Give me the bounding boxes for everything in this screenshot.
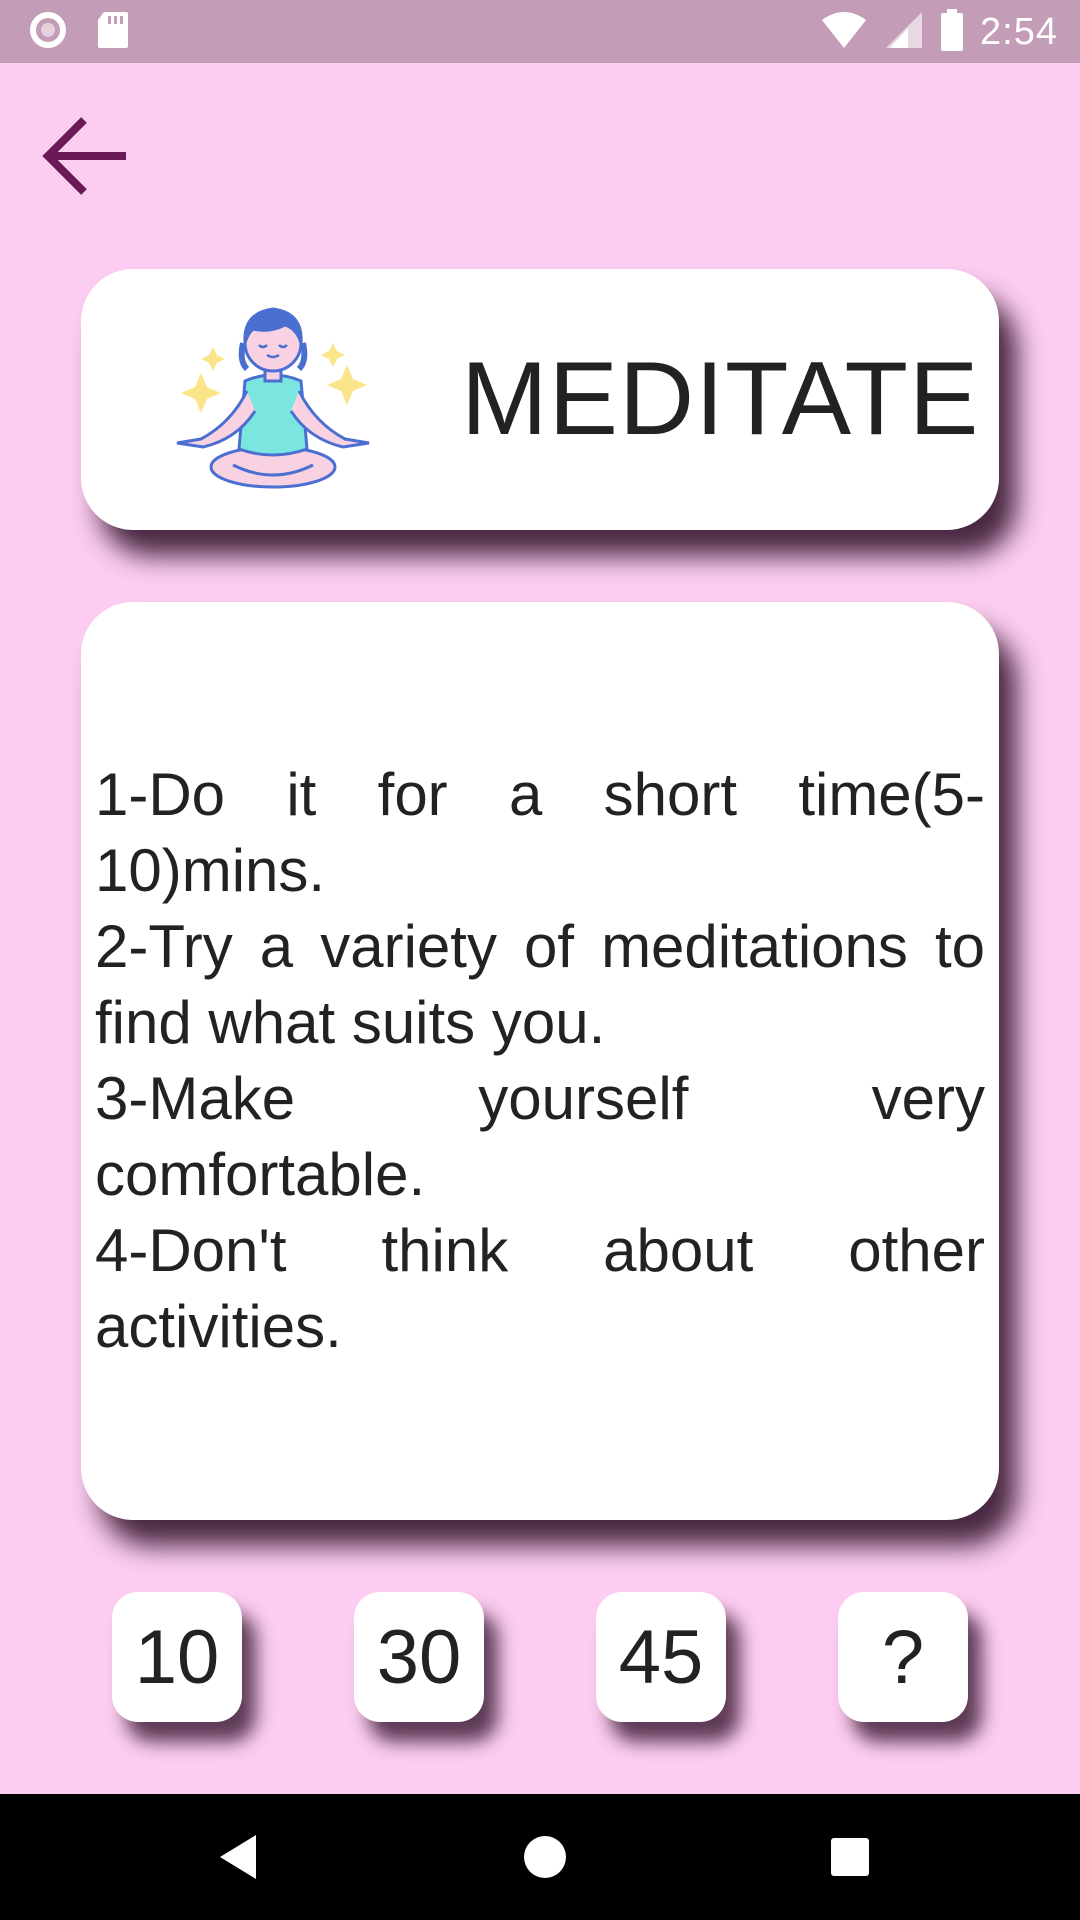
duration-custom-button[interactable]: ? (838, 1592, 968, 1722)
title-card: MEDITATE (81, 269, 999, 530)
duration-30-button[interactable]: 30 (354, 1592, 484, 1722)
back-button[interactable] (36, 108, 136, 208)
nav-recent-icon[interactable] (820, 1827, 880, 1887)
status-bar: 2:54 (0, 0, 1080, 63)
meditating-person-icon (173, 299, 373, 499)
tip-item: 4-Don't think about other activities. (95, 1217, 985, 1360)
duration-45-button[interactable]: 45 (596, 1592, 726, 1722)
status-right: 2:54 (820, 8, 1058, 56)
tips-card: 1-Do it for a short time(5-10)mins. 2-Tr… (81, 602, 999, 1520)
sd-card-icon (96, 10, 130, 55)
battery-icon (940, 8, 964, 56)
status-time: 2:54 (980, 10, 1058, 53)
cell-signal-icon (884, 10, 924, 55)
circle-notification-icon (28, 10, 68, 55)
tip-item: 2-Try a variety of meditations to find w… (95, 913, 985, 1056)
tip-item: 1-Do it for a short time(5-10)mins. (95, 761, 985, 904)
system-nav-bar (0, 1794, 1080, 1920)
nav-back-icon[interactable] (210, 1827, 270, 1887)
status-left (28, 10, 130, 55)
arrow-left-icon (40, 110, 132, 207)
tips-list: 1-Do it for a short time(5-10)mins. 2-Tr… (95, 757, 985, 1365)
wifi-icon (820, 10, 868, 55)
duration-10-button[interactable]: 10 (112, 1592, 242, 1722)
nav-home-icon[interactable] (515, 1827, 575, 1887)
tip-item: 3-Make yourself very comfortable. (95, 1065, 985, 1208)
page-title: MEDITATE (461, 341, 980, 457)
